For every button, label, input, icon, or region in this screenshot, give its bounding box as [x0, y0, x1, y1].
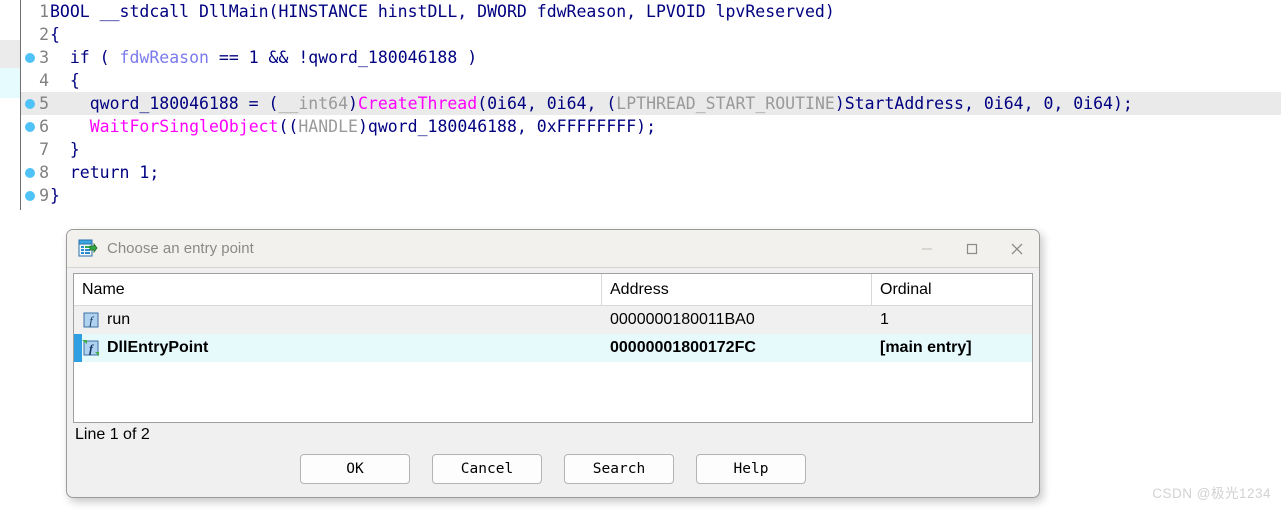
code-token: if ( — [50, 48, 120, 67]
pseudocode-view[interactable]: 1 BOOL __stdcall DllMain(HINSTANCE hinstD… — [0, 0, 1281, 210]
entry-point-window-icon — [78, 239, 98, 259]
list-header-row[interactable]: Name Address Ordinal — [74, 274, 1032, 306]
cell-ordinal: 1 — [880, 311, 889, 328]
code-line[interactable]: 2{ — [21, 23, 1281, 46]
code-token: == 1 && !qword_180046188 ) — [208, 48, 478, 67]
code-line[interactable]: 6 WaitForSingleObject((HANDLE)qword_1800… — [21, 115, 1281, 138]
minimize-icon — [921, 247, 932, 250]
entry-point-list[interactable]: Name Address Ordinal f run 0000000180011BA… — [73, 273, 1033, 423]
line-number: 7 — [39, 140, 49, 159]
gutter-segment-0 — [0, 0, 20, 40]
cell-name: f DllEntryPoint — [74, 334, 602, 362]
code-line[interactable]: 4 { — [21, 69, 1281, 92]
code-token: HANDLE — [298, 117, 358, 136]
code-line-list[interactable]: 1 BOOL __stdcall DllMain(HINSTANCE hinstD… — [21, 0, 1281, 207]
table-row[interactable]: f run 0000000180011BA0 1 — [74, 306, 1032, 334]
breakpoint-dot-icon[interactable] — [25, 122, 35, 132]
breakpoint-dot-icon[interactable] — [25, 191, 35, 201]
close-icon — [1011, 243, 1022, 254]
breakpoint-dot-icon[interactable] — [25, 168, 35, 178]
cell-name-text: DllEntryPoint — [107, 339, 209, 356]
code-line[interactable]: 8 return 1; — [21, 161, 1281, 184]
cell-address: 0000000180011BA0 — [610, 311, 755, 328]
code-token: StartAddress — [844, 94, 964, 113]
code-line-text: BOOL __stdcall DllMain(HINSTANCE hinstDL… — [50, 0, 835, 23]
dialog-title: Choose an entry point — [107, 240, 254, 257]
minimize-button[interactable] — [904, 230, 949, 267]
breakpoint-dot-icon[interactable] — [25, 53, 35, 63]
ok-button[interactable]: OK — [300, 454, 410, 484]
code-token: __int64 — [278, 94, 349, 113]
dialog-titlebar[interactable]: Choose an entry point — [67, 230, 1039, 268]
code-token: qword_180046188 = ( — [50, 94, 279, 113]
selection-marker — [74, 334, 82, 362]
window-controls[interactable] — [904, 230, 1039, 267]
code-line-text: } — [50, 184, 60, 207]
code-token: { — [50, 25, 60, 44]
cell-name: f run — [74, 306, 602, 334]
code-token: , 0i64, 0, 0i64); — [963, 94, 1133, 113]
gutter-segment-1 — [0, 40, 20, 68]
code-line-text: qword_180046188 = (__int64)CreateThread(… — [50, 92, 1133, 115]
code-token: (( — [278, 117, 299, 136]
entry-function-icon: f — [82, 339, 100, 357]
code-line[interactable]: 1 BOOL __stdcall DllMain(HINSTANCE hinstD… — [21, 0, 1281, 23]
code-token: ) — [834, 94, 845, 113]
column-header-ordinal[interactable]: Ordinal — [872, 274, 1030, 305]
code-line-text: { — [50, 69, 80, 92]
list-body[interactable]: f run 0000000180011BA0 1 f DllEntryPoint 00000… — [74, 306, 1032, 362]
gutter-segment-2 — [0, 68, 20, 98]
maximize-icon — [966, 243, 977, 254]
code-token: { — [50, 71, 80, 90]
code-token: (0i64, 0i64, ( — [477, 94, 617, 113]
cell-address: 00000001800172FC — [610, 339, 756, 356]
code-line-text: { — [50, 23, 60, 46]
function-icon: f — [82, 311, 100, 329]
help-button[interactable]: Help — [696, 454, 806, 484]
code-token: ) — [348, 94, 358, 113]
watermark: CSDN @极光1234 — [1152, 486, 1271, 501]
cell-ordinal: [main entry] — [880, 339, 972, 356]
code-token: fdwReason — [119, 48, 209, 67]
code-line-text: return 1; — [50, 161, 159, 184]
breakpoint-dot-icon[interactable] — [25, 99, 35, 109]
code-line[interactable]: 9} — [21, 184, 1281, 207]
cancel-button[interactable]: Cancel — [432, 454, 542, 484]
choose-entry-point-dialog[interactable]: Choose an entry point Name Address Ordin… — [66, 229, 1040, 498]
code-line[interactable]: 7 } — [21, 138, 1281, 161]
close-button[interactable] — [994, 230, 1039, 267]
code-token: } — [50, 186, 60, 205]
code-token: WaitForSingleObject — [89, 117, 279, 136]
code-token: )qword_180046188, 0xFFFFFFFF); — [357, 117, 656, 136]
column-header-name[interactable]: Name — [74, 274, 602, 305]
code-token: } — [50, 140, 80, 159]
code-token: return 1; — [50, 163, 160, 182]
cell-name-text: run — [107, 311, 131, 328]
gutter-segment-3 — [0, 98, 20, 210]
line-number: 2 — [39, 25, 49, 44]
code-token: LPTHREAD_START_ROUTINE — [616, 94, 835, 113]
table-row[interactable]: f DllEntryPoint 00000001800172FC [main entr… — [74, 334, 1032, 362]
code-token: BOOL __stdcall DllMain(HINSTANCE hinstDL… — [50, 2, 835, 21]
search-button[interactable]: Search — [564, 454, 674, 484]
status-line: Line 1 of 2 — [75, 426, 150, 443]
code-line-text: if ( fdwReason == 1 && !qword_180046188 … — [50, 46, 477, 69]
code-line[interactable]: 3 if ( fdwReason == 1 && !qword_18004618… — [21, 46, 1281, 69]
line-number: 4 — [39, 71, 49, 90]
line-number: 1 — [39, 2, 49, 21]
code-token: CreateThread — [357, 94, 478, 113]
code-line-text: WaitForSingleObject((HANDLE)qword_180046… — [50, 115, 656, 138]
dialog-button-row[interactable]: OK Cancel Search Help — [67, 454, 1039, 484]
maximize-button[interactable] — [949, 230, 994, 267]
code-line[interactable]: 5 qword_180046188 = (__int64)CreateThrea… — [21, 92, 1281, 115]
code-line-text: } — [50, 138, 80, 161]
column-header-address[interactable]: Address — [602, 274, 872, 305]
